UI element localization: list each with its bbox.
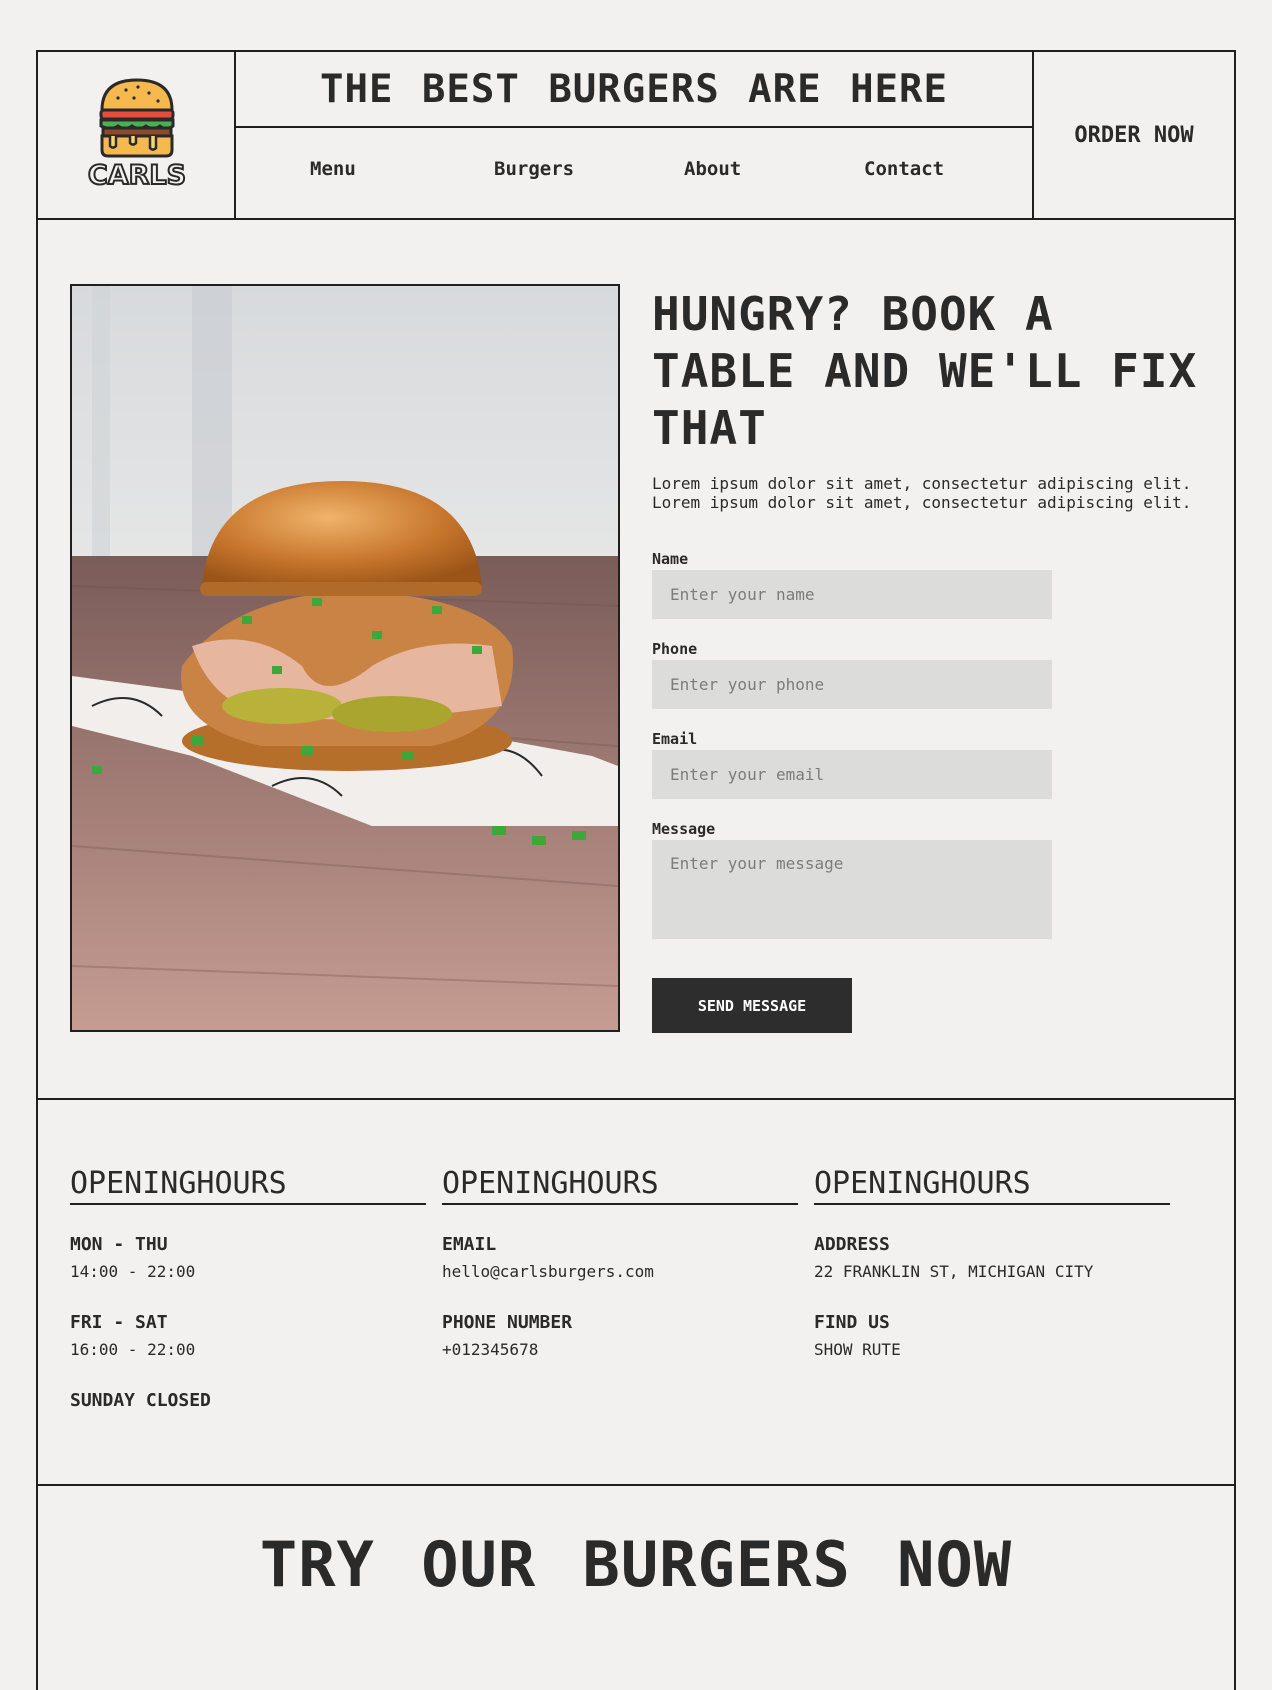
info-column-location: OPENINGHOURS ADDRESS 22 FRANKLIN ST, MIC… [814,1166,1170,1366]
email-link[interactable]: hello@carlsburgers.com [442,1262,654,1281]
column-heading: OPENINGHOURS [442,1166,798,1205]
info-value: 16:00 - 22:00 [70,1340,196,1359]
logo[interactable]: CARLS [38,52,236,218]
booking-description-line: Lorem ipsum dolor sit amet, consectetur … [652,474,1192,493]
booking-section: HUNGRY? BOOK A TABLE AND WE'LL FIX THAT … [38,220,1234,1100]
booking-description: Lorem ipsum dolor sit amet, consectetur … [652,474,1212,512]
info-title: FRI - SAT [70,1312,168,1333]
booking-description-line: Lorem ipsum dolor sit amet, consectetur … [652,493,1192,512]
phone-label: Phone [652,640,698,658]
info-title: EMAIL [442,1234,497,1255]
email-label: Email [652,730,698,748]
phone-link[interactable]: +012345678 [442,1340,538,1359]
info-title: MON - THU [70,1234,168,1255]
order-now-button[interactable]: ORDER NOW [1034,52,1234,218]
message-field[interactable] [652,840,1052,939]
nav-item-contact[interactable]: Contact [864,158,944,180]
column-heading: OPENINGHOURS [70,1166,426,1205]
info-title: ADDRESS [814,1234,890,1255]
show-route-link[interactable]: SHOW RUTE [814,1340,901,1359]
column-heading: OPENINGHOURS [814,1166,1170,1205]
header-center: THE BEST BURGERS ARE HERE Menu Burgers A… [236,52,1034,218]
info-column-contact: OPENINGHOURS EMAIL hello@carlsburgers.co… [442,1166,798,1366]
info-value: 14:00 - 22:00 [70,1262,196,1281]
send-message-button[interactable]: SEND MESSAGE [652,978,852,1033]
burger-logo-icon [99,78,175,158]
email-field[interactable] [652,750,1052,799]
info-title: PHONE NUMBER [442,1312,573,1333]
info-value: 22 FRANKLIN ST, MICHIGAN CITY [814,1262,1094,1281]
message-label: Message [652,820,716,838]
info-section: OPENINGHOURS MON - THU 14:00 - 22:00 FRI… [38,1102,1234,1486]
nav-item-menu[interactable]: Menu [310,158,356,180]
name-field[interactable] [652,570,1052,619]
cta-heading: TRY OUR BURGERS NOW [259,1528,1013,1601]
nav-item-burgers[interactable]: Burgers [494,158,574,180]
info-title: SUNDAY CLOSED [70,1390,211,1411]
main-nav: Menu Burgers About Contact [236,128,1032,218]
tagline: THE BEST BURGERS ARE HERE [236,52,1032,128]
booking-title: HUNGRY? BOOK A TABLE AND WE'LL FIX THAT [652,287,1198,455]
phone-field[interactable] [652,660,1052,709]
logo-text: CARLS [87,159,187,192]
burger-image [72,286,618,1030]
info-title: FIND US [814,1312,890,1333]
page-frame: CARLS THE BEST BURGERS ARE HERE Menu Bur… [36,50,1236,1690]
burger-photo [70,284,620,1032]
name-label: Name [652,550,689,568]
nav-item-about[interactable]: About [684,158,741,180]
site-header: CARLS THE BEST BURGERS ARE HERE Menu Bur… [38,52,1234,220]
info-column-hours: OPENINGHOURS MON - THU 14:00 - 22:00 FRI… [70,1166,426,1426]
